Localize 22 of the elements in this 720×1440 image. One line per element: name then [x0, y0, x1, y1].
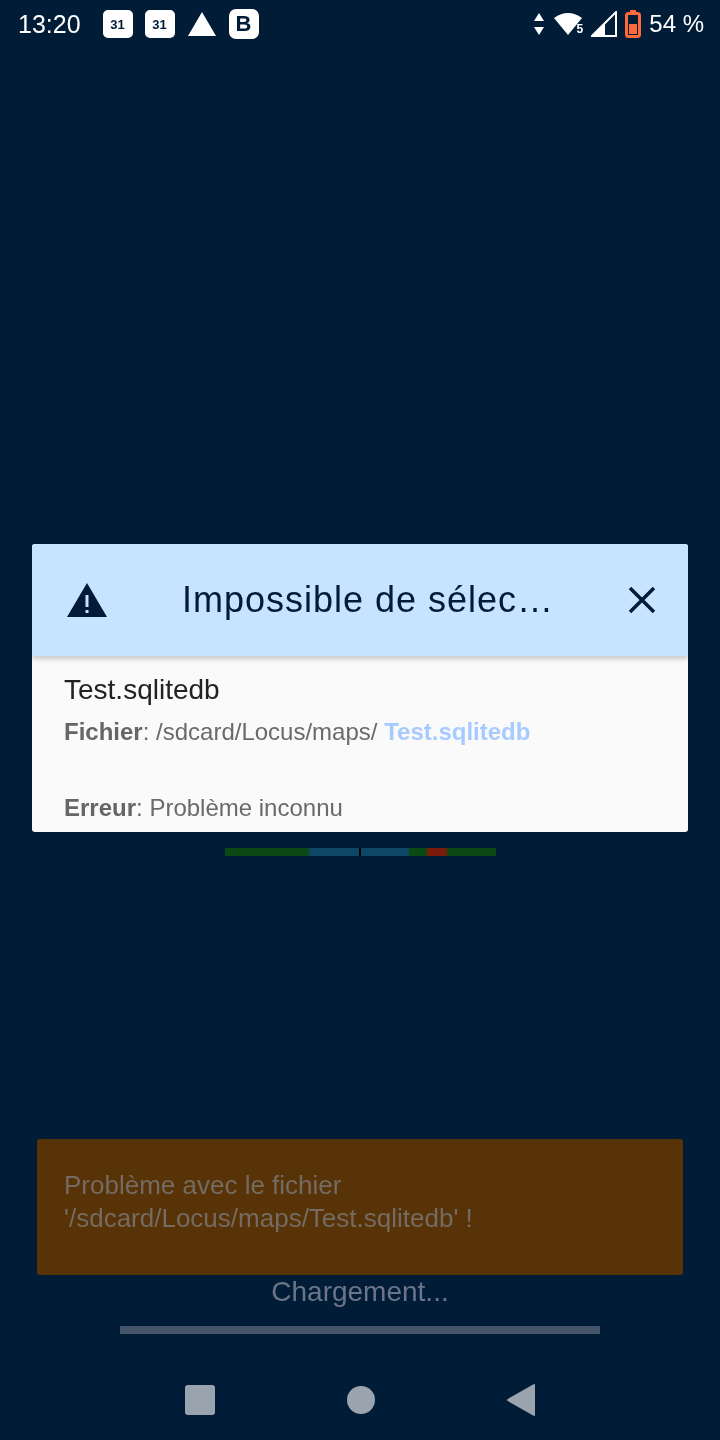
calendar-icon: 31 [144, 10, 175, 38]
calendar-icon: 31 [102, 10, 133, 38]
detail-text: Erreur: Problème inconnu [64, 794, 344, 822]
dialog-title: Impossible de sélec… [180, 579, 556, 621]
close-icon[interactable] [628, 586, 656, 614]
signal-icon [591, 11, 618, 37]
battery-percent: 54 % [649, 10, 704, 38]
triangle-icon [186, 11, 217, 37]
file-name: Test.sqlitedb [64, 674, 221, 706]
recents-button[interactable] [185, 1385, 216, 1415]
loading-text: Chargement... [271, 1276, 449, 1308]
home-button[interactable] [346, 1385, 376, 1415]
battery-icon [625, 10, 642, 38]
data-arrows-icon [532, 12, 545, 36]
warning-icon [66, 582, 108, 618]
status-time: 13:20 [18, 9, 81, 39]
detail-text: Fichier: /sdcard/Locus/maps/ Test.sqlitedb [64, 718, 532, 746]
file-link[interactable]: Test.sqlitedb [384, 718, 531, 745]
wifi-icon: 5 [552, 12, 584, 36]
toast-message: Problème avec le fichier '/sdcard/Locus/maps/Test.sqlitedb' ! [37, 1139, 683, 1275]
b-badge-icon: B [228, 9, 259, 39]
back-button[interactable] [506, 1384, 535, 1416]
